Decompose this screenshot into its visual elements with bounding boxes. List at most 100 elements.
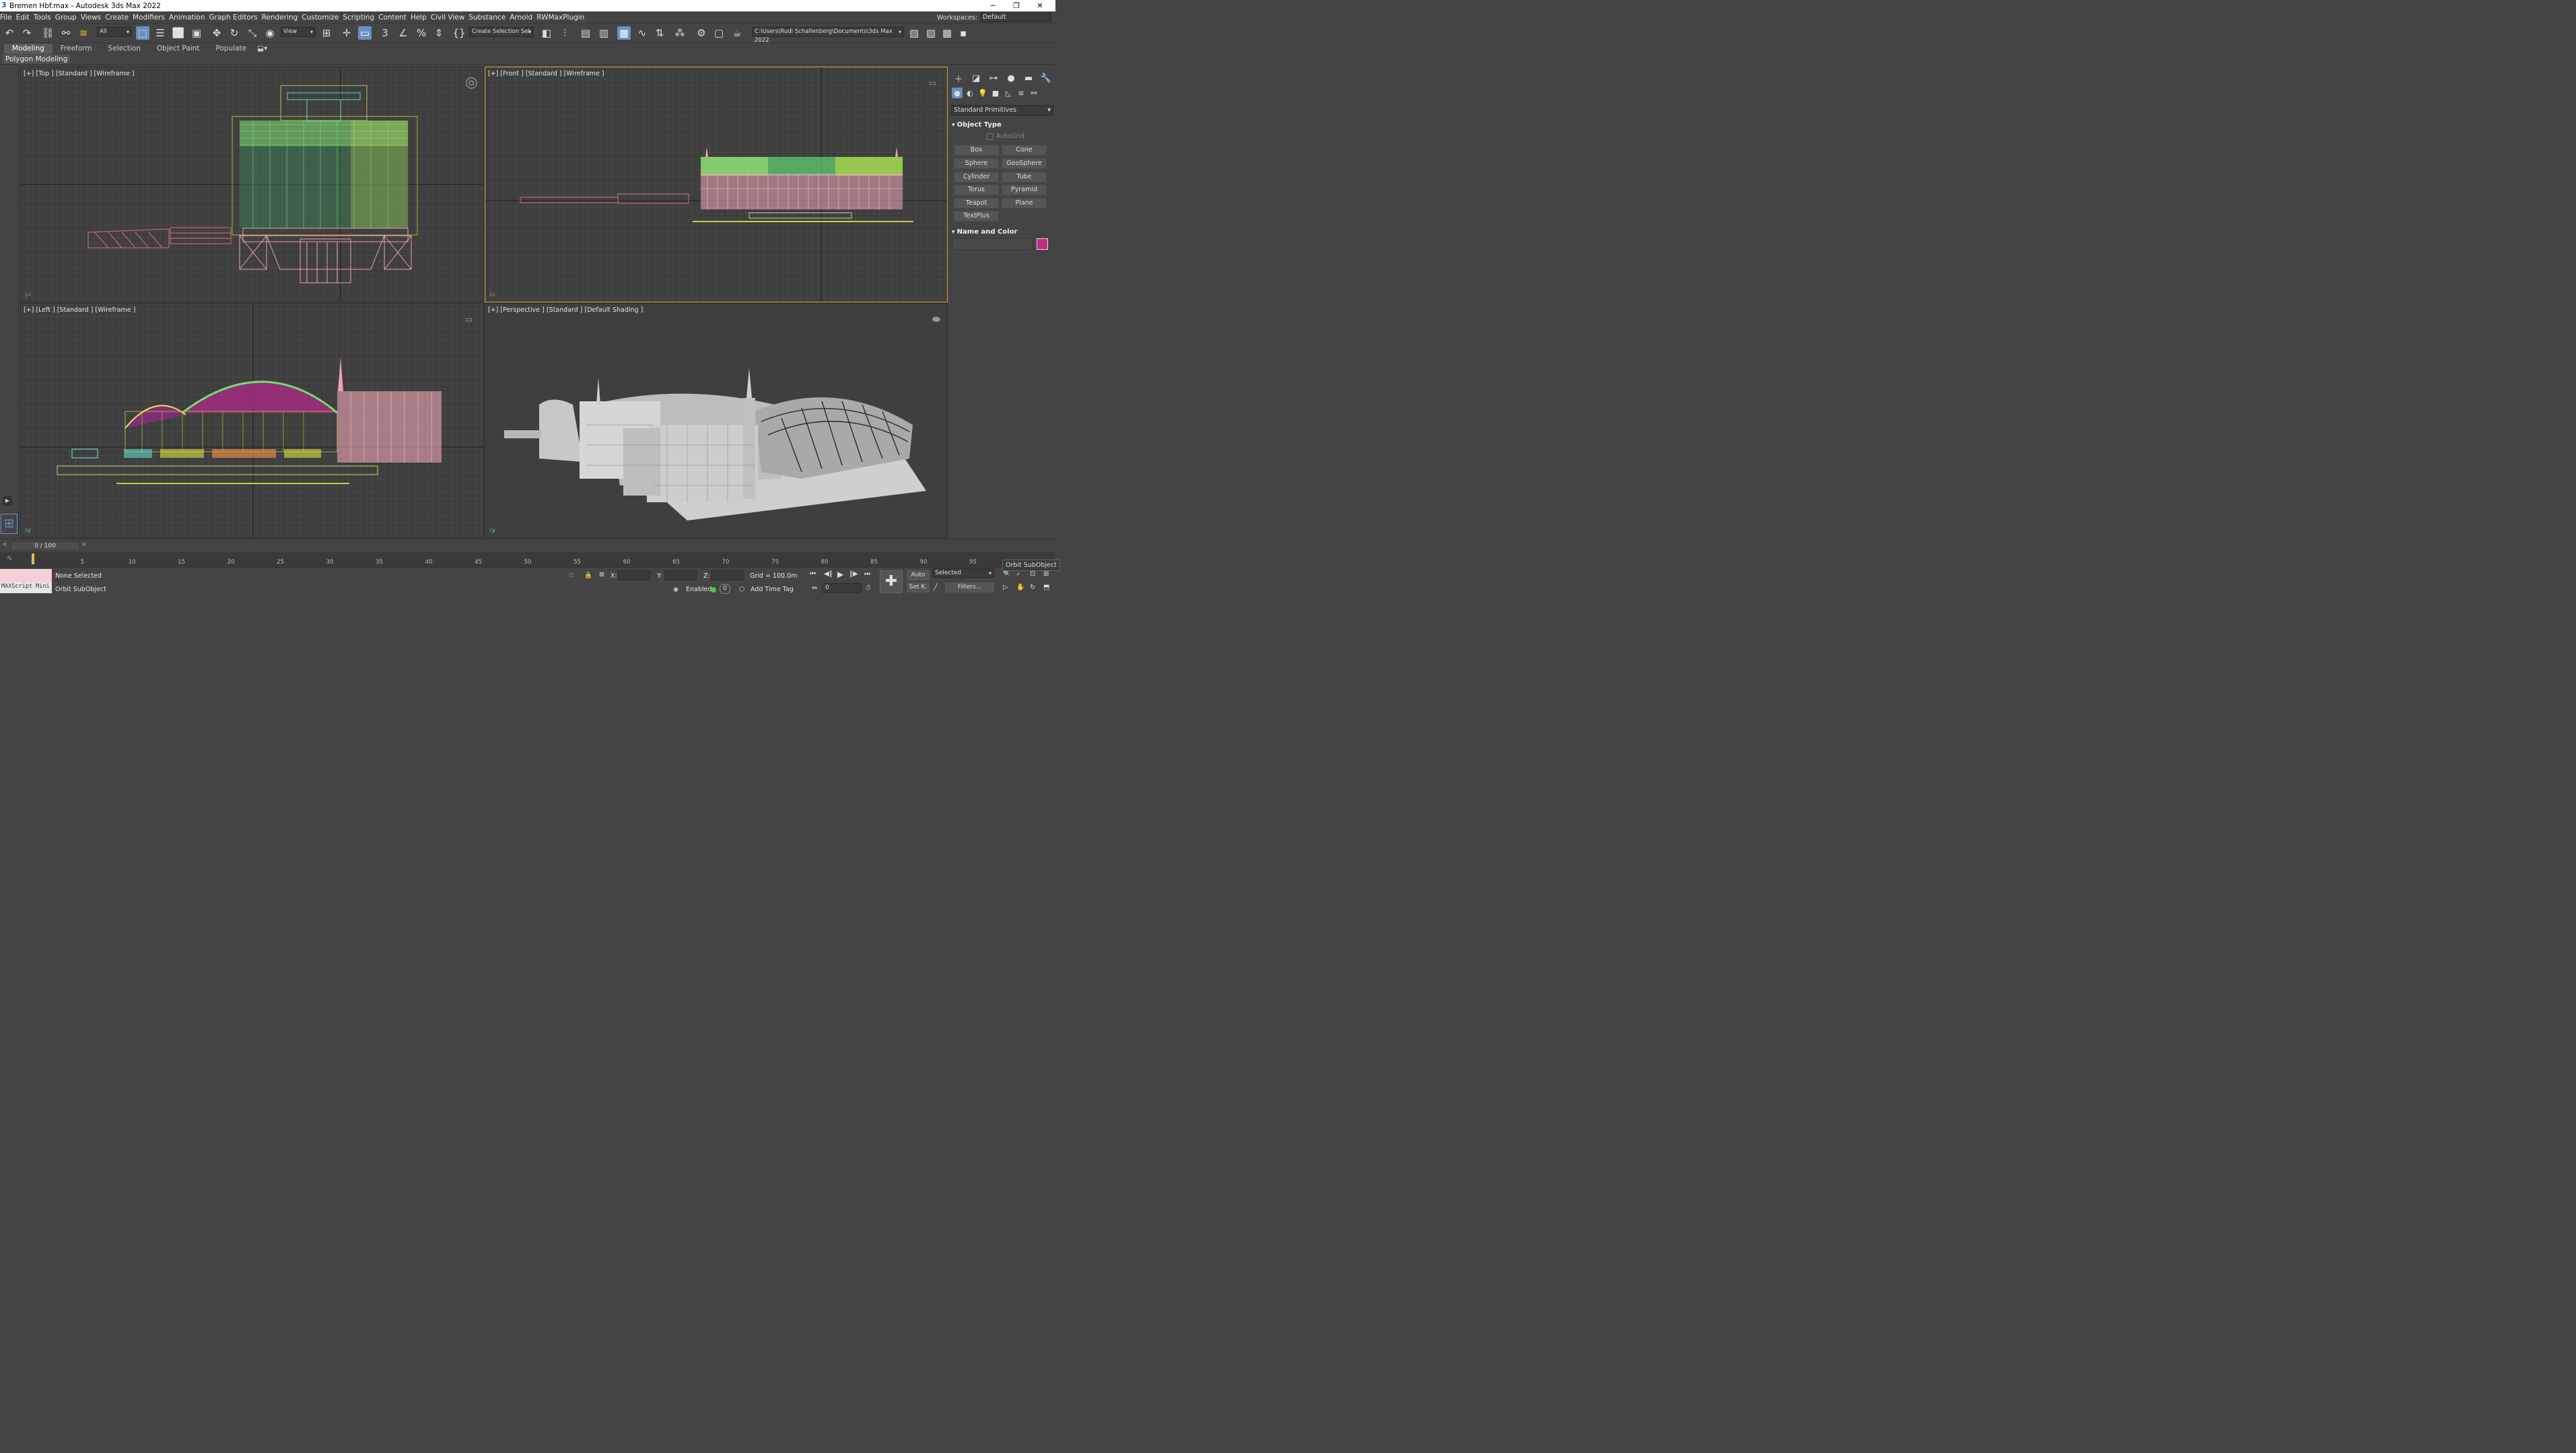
y-coordinate-field[interactable] — [664, 570, 697, 580]
menu-modifiers[interactable]: Modifiers — [133, 13, 169, 22]
menu-scripting[interactable]: Scripting — [343, 13, 378, 22]
geometry-icon[interactable]: ● — [952, 88, 963, 98]
toggle-layer-explorer-icon[interactable]: ▥ — [597, 26, 611, 40]
toggle-ribbon-icon[interactable]: ▦ — [617, 26, 631, 40]
maxscript-listener[interactable]: MAXScript Mini — [0, 569, 52, 593]
field-of-view-icon[interactable]: ▷ — [1003, 584, 1008, 591]
create-tab-icon[interactable]: ＋ — [952, 71, 965, 85]
menu-tools[interactable]: Tools — [34, 13, 55, 22]
zoom-extents-all-icon[interactable]: ⊞ — [1043, 570, 1049, 578]
object-category-dropdown[interactable]: Standard Primitives — [951, 105, 1053, 116]
add-time-tag-button[interactable]: Add Time Tag — [751, 586, 794, 593]
menu-animation[interactable]: Animation — [169, 13, 209, 22]
zoom-all-icon[interactable]: ⌕ — [1016, 570, 1020, 578]
maximize-viewport-icon[interactable]: ▭ — [465, 314, 473, 324]
bind-space-warp-icon[interactable]: ≋ — [77, 26, 90, 40]
auto-key-button[interactable]: Auto — [907, 570, 930, 580]
mirror-icon[interactable]: ◧ — [540, 26, 553, 40]
key-filter-dropdown[interactable]: Selected — [932, 568, 994, 578]
project-settings-icon[interactable]: ▪ — [956, 26, 970, 40]
menu-substance[interactable]: Substance — [468, 13, 510, 22]
project-manager-icon[interactable]: ▧ — [907, 26, 921, 40]
display-tab-icon[interactable]: ▬ — [1022, 71, 1035, 85]
expand-layout-icon[interactable]: ▶ — [3, 496, 12, 506]
reference-coordinate-dropdown[interactable]: View — [281, 27, 316, 37]
pyramid-button[interactable]: Pyramid — [1002, 184, 1047, 195]
cone-button[interactable]: Cone — [1002, 145, 1047, 156]
viewport-icon[interactable]: ⬬ — [932, 314, 940, 325]
snaps-toggle-icon[interactable]: 3 — [378, 26, 392, 40]
isolate-selection-icon[interactable]: ⊡ — [569, 572, 574, 579]
selection-filter-dropdown[interactable]: All — [97, 27, 132, 37]
close-button[interactable]: ✕ — [1030, 0, 1050, 11]
zoom-icon[interactable]: 🔍 — [1003, 570, 1011, 578]
geosphere-button[interactable]: GeoSphere — [1002, 158, 1047, 169]
object-type-rollout[interactable]: Object Type — [952, 121, 1002, 129]
scale-icon[interactable]: ⤡ — [246, 26, 259, 40]
menu-customize[interactable]: Customize — [302, 13, 343, 22]
select-object-icon[interactable]: ⬚ — [136, 26, 149, 40]
project-save-icon[interactable]: ▩ — [940, 26, 954, 40]
unlink-icon[interactable]: ⚯ — [59, 26, 73, 40]
edit-named-selection-icon[interactable]: {} — [452, 26, 466, 40]
percent-snap-icon[interactable]: % — [415, 26, 428, 40]
project-open-icon[interactable]: ▨ — [924, 26, 938, 40]
menu-content[interactable]: Content — [378, 13, 411, 22]
rotate-icon[interactable]: ↻ — [228, 26, 241, 40]
viewport-front[interactable]: [+] [Front ] [Standard ] [Wireframe ] ▭ … — [485, 67, 948, 302]
utilities-tab-icon[interactable]: 🔧 — [1039, 71, 1053, 85]
ribbon-tab-object-paint[interactable]: Object Paint — [149, 44, 208, 54]
zoom-extents-icon[interactable]: ⊡ — [1030, 570, 1035, 578]
cameras-icon[interactable]: ■ — [990, 88, 1001, 98]
set-key-icon[interactable]: ✚ — [880, 570, 903, 593]
rectangular-selection-icon[interactable]: ⬜ — [172, 26, 185, 40]
menu-edit[interactable]: Edit — [16, 13, 34, 22]
select-by-name-icon[interactable]: ☰ — [153, 26, 167, 40]
tube-button[interactable]: Tube — [1002, 172, 1047, 182]
menu-civil-view[interactable]: Civil View — [431, 13, 469, 22]
mini-curve-editor-icon[interactable]: ∿ — [7, 555, 12, 562]
link-icon[interactable]: ⛓ — [41, 26, 55, 40]
viewport-top[interactable]: [+] [Top ] [Standard ] [Wireframe ] ◎ yx — [20, 67, 484, 302]
textplus-button[interactable]: TextPlus — [954, 211, 999, 222]
polygon-modeling-panel[interactable]: Polygon Modeling — [3, 55, 71, 64]
time-slider-prev-icon[interactable]: < — [2, 541, 7, 548]
viewport-label-perspective[interactable]: [+] [Perspective ] [Standard ] [Default … — [488, 306, 643, 314]
select-manipulate-icon[interactable]: ✛ — [340, 26, 353, 40]
minimize-button[interactable]: ─ — [983, 0, 1003, 11]
rendered-frame-window-icon[interactable]: ▢ — [712, 26, 726, 40]
schematic-view-icon[interactable]: ⇅ — [653, 26, 666, 40]
menu-create[interactable]: Create — [105, 13, 133, 22]
menu-rwmaxplugin[interactable]: RWMaxPlugin — [536, 13, 588, 22]
render-setup-icon[interactable]: ⚙ — [695, 26, 708, 40]
orbit-subobject-icon[interactable]: ↻ — [1030, 584, 1035, 591]
undo-icon[interactable]: ↶ — [3, 26, 16, 40]
time-slider-thumb[interactable]: 0 / 100 — [11, 541, 79, 551]
object-color-swatch[interactable] — [1037, 238, 1048, 250]
angle-snap-icon[interactable]: ∠ — [396, 26, 410, 40]
current-frame-field[interactable]: 0 — [823, 583, 862, 593]
motion-tab-icon[interactable]: ● — [1004, 71, 1018, 85]
toggle-scene-explorer-icon[interactable]: ▤ — [579, 26, 592, 40]
selection-lock-icon[interactable]: 🔒 — [584, 572, 592, 579]
z-coordinate-field[interactable] — [711, 570, 743, 580]
key-tangent-icon[interactable]: ╱ — [934, 584, 938, 591]
menu-group[interactable]: Group — [55, 13, 81, 22]
curve-editor-icon[interactable]: ∿ — [635, 26, 649, 40]
menu-rendering[interactable]: Rendering — [262, 13, 302, 22]
helpers-icon[interactable]: ◺ — [1003, 88, 1014, 98]
workspace-dropdown[interactable]: Default — [980, 13, 1051, 22]
shapes-icon[interactable]: ◐ — [965, 88, 975, 98]
enabled-value[interactable]: 0 — [720, 584, 730, 594]
viewport-perspective[interactable]: [+] [Perspective ] [Standard ] [Default … — [485, 303, 948, 538]
previous-frame-icon[interactable]: ◀‖ — [824, 570, 833, 578]
spinner-snap-icon[interactable]: ⇕ — [432, 26, 446, 40]
absolute-mode-transform-icon[interactable]: ⊠ — [599, 571, 604, 578]
project-folder-dropdown[interactable]: C:\Users\Rudi Schallenberg\Documents\3ds… — [752, 27, 904, 44]
maximize-viewport-icon[interactable]: ▭ — [929, 78, 936, 88]
time-configuration-icon[interactable]: ⇔ — [812, 584, 817, 592]
viewcube-icon[interactable]: ◎ — [465, 74, 478, 91]
menu-file[interactable]: File — [0, 13, 16, 22]
next-frame-icon[interactable]: ‖▶ — [849, 570, 858, 578]
space-warps-icon[interactable]: ≋ — [1016, 88, 1026, 98]
